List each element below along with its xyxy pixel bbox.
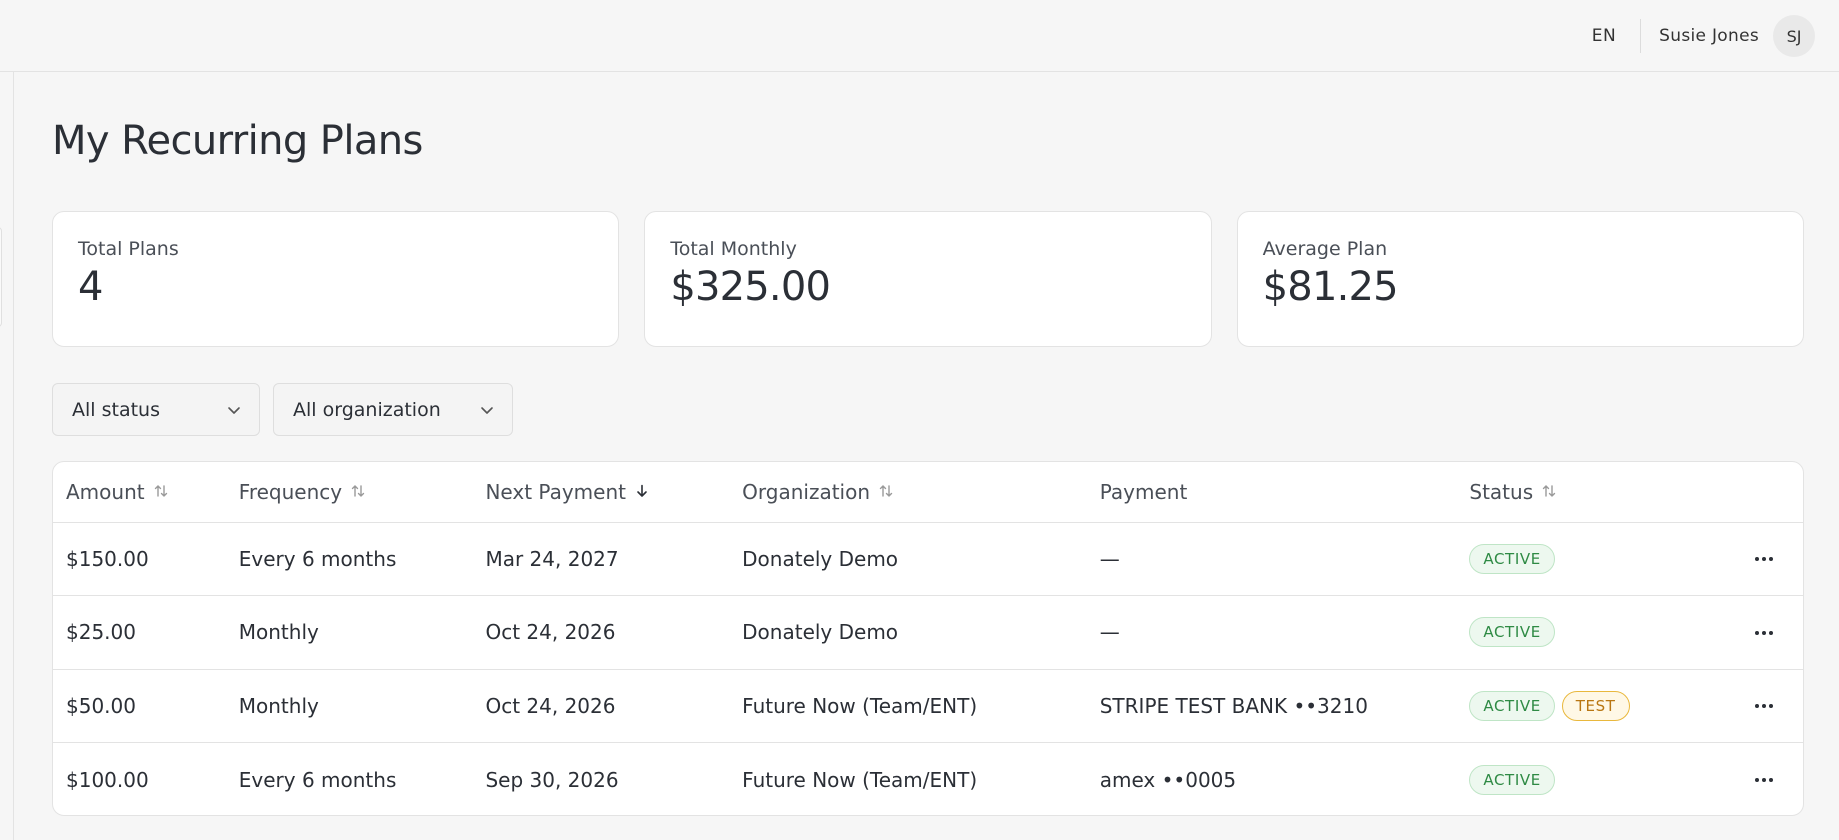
chevron-down-icon [480,403,494,417]
cell-amount: $100.00 [66,767,149,792]
column-header-label: Amount [66,479,145,504]
column-header-label: Status [1469,479,1534,504]
cell-frequency: Every 6 months [225,522,473,596]
table-row[interactable]: $50.00 Monthly Oct 24, 2026 Future Now (… [53,669,1803,743]
plans-table: Amount Frequency Next Payment Organizati… [52,461,1804,816]
column-header-payment: Payment [1086,462,1457,523]
column-header-label: Next Payment [485,479,626,504]
cell-status: ACTIVE [1456,743,1716,816]
page-title: My Recurring Plans [52,118,423,164]
more-horizontal-icon[interactable] [1749,618,1779,648]
sort-icon[interactable] [350,480,366,504]
cell-amount: $25.00 [53,595,226,670]
organization-filter-value: All organization [293,398,441,421]
cell-payment: amex ••0005 [1099,767,1237,792]
cell-organization: Future Now (Team/ENT) [742,767,978,792]
chevron-down-icon [227,403,241,417]
cell-amount: $50.00 [53,669,226,743]
column-header-actions [1716,462,1803,523]
more-horizontal-icon[interactable] [1749,765,1779,795]
stat-value: 4 [78,264,103,310]
cell-status: ACTIVE TEST [1456,669,1717,743]
table-row[interactable]: $25.00 Monthly Oct 24, 2026 Donately Dem… [53,595,1803,670]
sort-icon[interactable] [1541,480,1557,504]
column-header-organization[interactable]: Organization [729,462,1087,523]
cell-organization: Donately Demo [729,522,1087,596]
top-bar: EN Susie Jones SJ [0,0,1839,72]
column-header-label: Organization [742,479,871,504]
language-selector[interactable]: EN [1574,26,1634,46]
sidebar-collapsed [0,72,14,840]
sort-icon[interactable] [878,480,894,504]
cell-actions [1716,743,1803,816]
top-bar-divider [1640,19,1642,53]
cell-payment: STRIPE TEST BANK ••3210 [1086,669,1457,743]
avatar[interactable]: SJ [1773,15,1815,57]
cell-actions [1716,669,1803,743]
stat-card-total-monthly: Total Monthly $325.00 [644,211,1212,347]
column-header-label: Frequency [238,479,343,504]
sort-icon[interactable] [153,480,169,504]
test-badge: TEST [1561,690,1630,721]
cell-status: ACTIVE [1456,522,1717,596]
more-horizontal-icon[interactable] [1749,544,1779,574]
table-header-row: Amount Frequency Next Payment Organizati… [53,462,1803,523]
stat-value: $81.25 [1262,264,1399,310]
more-horizontal-icon[interactable] [1749,691,1779,721]
cell-payment: — [1086,522,1457,596]
cell-next-payment: Oct 24, 2026 [472,669,730,743]
cell-next-payment: Oct 24, 2026 [472,595,730,670]
table-row[interactable]: $150.00 Every 6 months Mar 24, 2027 Dona… [53,522,1803,596]
status-badge: ACTIVE [1469,764,1555,795]
stat-card-average-plan: Average Plan $81.25 [1236,211,1804,347]
table-row[interactable]: $100.00 Every 6 months Sep 30, 2026 Futu… [53,743,1803,816]
stat-value: $325.00 [670,264,831,310]
status-filter-select[interactable]: All status [52,383,260,436]
stat-label: Total Plans [78,238,179,260]
column-header-amount[interactable]: Amount [53,462,226,523]
column-header-label: Payment [1099,479,1188,504]
column-header-status[interactable]: Status [1456,462,1717,523]
column-header-frequency[interactable]: Frequency [225,462,473,523]
cell-actions [1716,595,1803,670]
cell-organization: Future Now (Team/ENT) [729,669,1087,743]
column-header-next-payment[interactable]: Next Payment [472,462,730,523]
top-bar-actions: EN Susie Jones SJ [1574,14,1815,58]
cell-actions [1716,522,1803,596]
cell-payment: — [1086,595,1457,670]
organization-filter-select[interactable]: All organization [273,383,513,436]
stat-card-total-plans: Total Plans 4 [52,211,620,347]
stat-label: Total Monthly [670,238,797,260]
cell-frequency: Monthly [225,669,473,743]
cell-organization: Donately Demo [729,595,1087,670]
cell-next-payment: Mar 24, 2027 [472,522,730,596]
filters-row: All status All organization [52,383,513,436]
status-badge: ACTIVE [1469,617,1555,648]
stat-label: Average Plan [1262,238,1388,260]
user-name[interactable]: Susie Jones [1659,26,1759,46]
cell-status: ACTIVE [1456,595,1717,670]
cell-frequency: Every 6 months [238,767,397,792]
status-badge: ACTIVE [1469,543,1555,574]
status-filter-value: All status [72,398,160,421]
cell-frequency: Monthly [225,595,473,670]
sidebar-toggle[interactable] [0,227,2,327]
status-badge: ACTIVE [1469,690,1555,721]
arrow-down-icon[interactable] [634,480,650,504]
cell-amount: $150.00 [53,522,226,596]
cell-next-payment: Sep 30, 2026 [485,767,619,792]
stats-row: Total Plans 4 Total Monthly $325.00 Aver… [52,211,1804,347]
